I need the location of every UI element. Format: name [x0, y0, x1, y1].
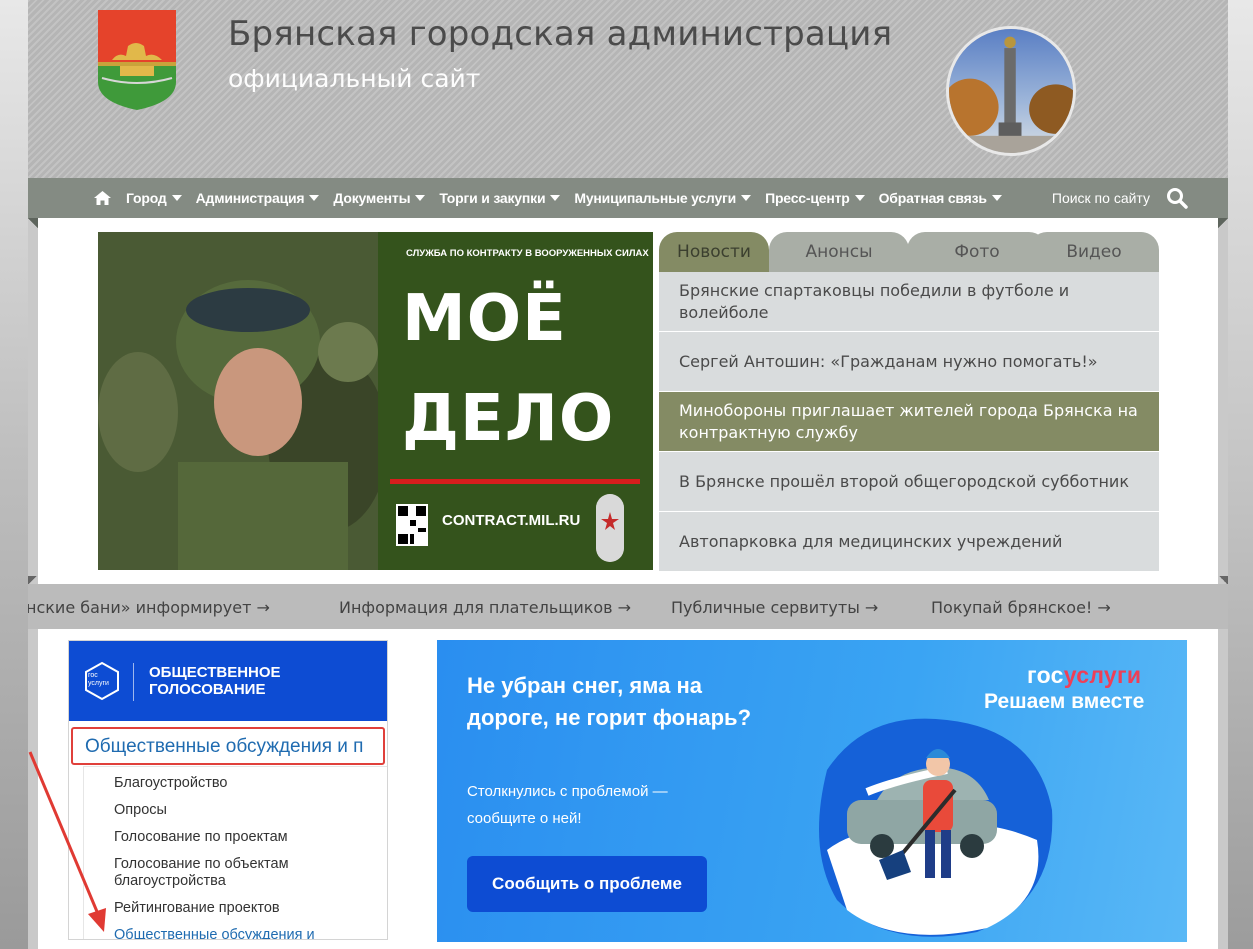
gosuslugi-brand: госуслуги [1027, 662, 1141, 689]
voting-title-line: ГОЛОСОВАНИЕ [149, 681, 266, 698]
banner-subtext: Столкнулись с проблемой — сообщите о ней… [467, 783, 668, 827]
ticker-link[interactable]: Покупай брянское! → [931, 598, 1111, 617]
tab-news[interactable]: Новости [659, 232, 769, 272]
news-item-highlighted[interactable]: Минобороны приглашает жителей города Бря… [659, 392, 1159, 451]
nav-item-label: Обратная связь [878, 190, 987, 206]
caret-down-icon [854, 195, 865, 201]
voting-title: ОБЩЕСТВЕННОЕ ГОЛОСОВАНИЕ [149, 664, 281, 698]
voting-title-line: ОБЩЕСТВЕННОЕ [149, 664, 281, 681]
dropdown-option[interactable]: Голосование по объектам благоустройства [114, 856, 344, 890]
gosuslugi-problem-banner[interactable]: Не убран снег, яма на дороге, не горит ф… [437, 640, 1187, 942]
dropdown-option[interactable]: Голосование по проектам [114, 829, 288, 846]
news-tabs: Видео Фото Анонсы Новости [659, 232, 1159, 272]
ribbon-fold [28, 576, 38, 584]
news-panel: Видео Фото Анонсы Новости Брянские спарт… [659, 232, 1159, 571]
ticker-link[interactable]: Информация для плательщиков → [339, 598, 631, 617]
banner-text-panel: СЛУЖБА ПО КОНТРАКТУ В ВООРУЖЕННЫХ СИЛАХ … [378, 232, 653, 570]
snow-shoveling-illustration [819, 718, 1053, 937]
army-tag-icon [596, 494, 624, 562]
nav-item-label: Город [126, 190, 167, 206]
news-item[interactable]: Сергей Антошин: «Гражданам нужно помогат… [659, 332, 1159, 391]
nav-item-label: Пресс-центр [765, 190, 850, 206]
nav-item-feedback[interactable]: Обратная связь [879, 190, 1002, 206]
logo-text-line: услуги [88, 680, 109, 687]
banner-caption: СЛУЖБА ПО КОНТРАКТУ В ВООРУЖЕННЫХ СИЛАХ [406, 248, 649, 259]
header-divider [133, 663, 134, 701]
brand-part: услуги [1063, 662, 1142, 688]
contract-service-banner[interactable]: СЛУЖБА ПО КОНТРАКТУ В ВООРУЖЕННЫХ СИЛАХ … [98, 232, 653, 570]
city-coat-of-arms-icon[interactable] [98, 10, 176, 110]
caret-down-icon [991, 195, 1002, 201]
logo-text-line: гос [88, 672, 98, 679]
qr-code-icon [396, 504, 428, 546]
ribbon-fold [1218, 218, 1228, 228]
search-link[interactable]: Поиск по сайту [1052, 190, 1150, 206]
public-voting-widget: гос услуги ОБЩЕСТВЕННОЕ ГОЛОСОВАНИЕ Обще… [68, 640, 388, 940]
banner-headline: Не убран снег, яма на дороге, не горит ф… [467, 673, 752, 730]
caret-down-icon [415, 195, 426, 201]
report-problem-button[interactable]: Сообщить о проблеме [467, 856, 707, 912]
main-navbar: Город Администрация Документы Торги и за… [28, 178, 1228, 218]
voting-widget-header: гос услуги ОБЩЕСТВЕННОЕ ГОЛОСОВАНИЕ [69, 641, 387, 721]
nav-item-press-center[interactable]: Пресс-центр [765, 190, 865, 206]
nav-item-documents[interactable]: Документы [333, 190, 426, 206]
dropdown-option-selected[interactable]: Общественные обсуждения и [114, 927, 315, 939]
nav-item-tenders[interactable]: Торги и закупки [439, 190, 561, 206]
site-title: Брянская городская администрация [228, 14, 893, 54]
dropdown-option[interactable]: Рейтингование проектов [114, 900, 280, 917]
page-background-right [1228, 0, 1253, 949]
dropdown-option[interactable]: Опросы [114, 802, 167, 819]
nav-item-label: Муниципальные услуги [574, 190, 737, 206]
tab-announcements[interactable]: Анонсы [769, 232, 909, 272]
nav-item-label: Торги и закупки [439, 190, 546, 206]
nav-item-administration[interactable]: Администрация [196, 190, 320, 206]
nav-item-city[interactable]: Город [126, 190, 182, 206]
voting-category-select[interactable]: Общественные обсуждения и п [71, 727, 385, 765]
logo-text: гос услуги [88, 672, 109, 688]
ribbon-fold [1218, 576, 1228, 584]
caret-down-icon [309, 195, 320, 201]
tab-photo[interactable]: Фото [907, 232, 1047, 272]
site-header: Брянская городская администрация официал… [28, 0, 1228, 178]
brand-part: гос [1027, 662, 1064, 688]
news-item[interactable]: Автопарковка для медицинских учреждений [659, 512, 1159, 571]
tab-video[interactable]: Видео [1029, 232, 1159, 272]
nav-item-label: Документы [333, 190, 411, 206]
ticker-link[interactable]: нские бани» информирует → [28, 598, 270, 617]
dropdown-option[interactable]: Благоустройство [114, 775, 227, 792]
page-background-left [0, 0, 28, 949]
ribbon-fold [28, 218, 38, 228]
banner-url: CONTRACT.MIL.RU [442, 512, 581, 529]
caret-down-icon [741, 195, 752, 201]
voting-category-dropdown: Благоустройство Опросы Голосование по пр… [83, 766, 387, 939]
nav-item-label: Администрация [195, 190, 305, 206]
monument-photo [946, 26, 1076, 156]
soldier-photo [98, 232, 378, 570]
home-icon[interactable] [94, 190, 112, 206]
site-subtitle: официальный сайт [228, 64, 481, 93]
news-item[interactable]: В Брянске прошёл второй общегородской су… [659, 452, 1159, 511]
link-ticker: нские бани» информирует → Информация для… [28, 584, 1228, 629]
search-icon[interactable] [1166, 187, 1188, 209]
nav-item-municipal-services[interactable]: Муниципальные услуги [574, 190, 752, 206]
news-item[interactable]: Брянские спартаковцы победили в футболе … [659, 272, 1159, 331]
caret-down-icon [550, 195, 561, 201]
banner-divider [390, 479, 640, 484]
banner-line-2: ДЕЛО [402, 382, 615, 456]
ticker-link[interactable]: Публичные сервитуты → [671, 598, 878, 617]
caret-down-icon [171, 195, 182, 201]
banner-line-1: МОЁ [402, 282, 567, 356]
